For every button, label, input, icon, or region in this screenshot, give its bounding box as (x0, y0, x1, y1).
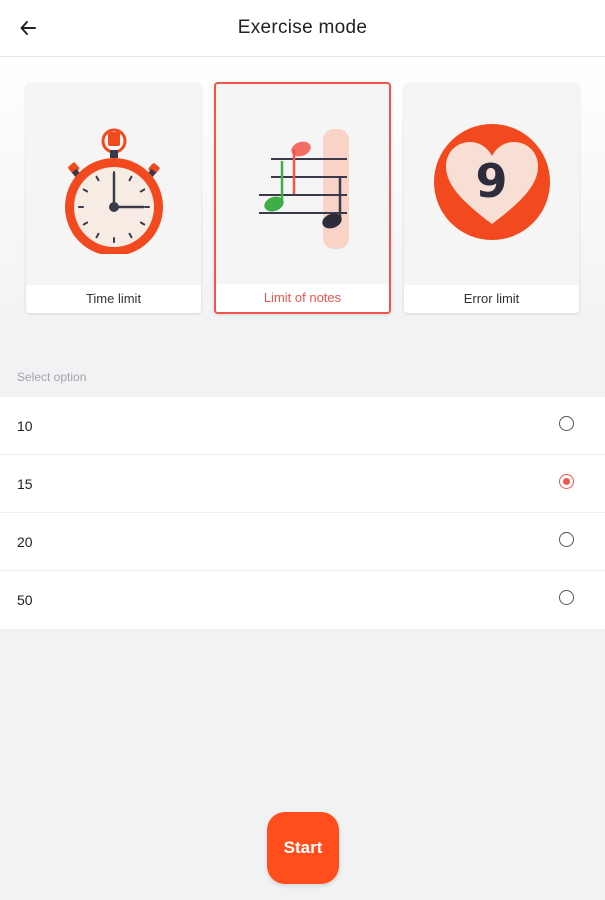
page-title: Exercise mode (237, 17, 368, 38)
option-row-15[interactable]: 15 (0, 455, 605, 513)
error-count-badge: 9 (475, 154, 508, 208)
option-list: 10 15 20 50 (0, 397, 605, 629)
radio-button[interactable] (559, 590, 574, 605)
radio-button[interactable] (559, 416, 574, 431)
mode-card-time-limit[interactable]: Time limit (26, 83, 201, 313)
mode-label: Limit of notes (216, 284, 389, 312)
radio-button-checked[interactable] (559, 474, 574, 489)
stopwatch-icon (64, 128, 163, 254)
option-row-10[interactable]: 10 (0, 397, 605, 455)
radio-button[interactable] (559, 532, 574, 547)
option-value: 50 (17, 592, 33, 608)
mode-label: Error limit (404, 285, 579, 313)
mode-card-limit-of-notes[interactable]: Limit of notes (214, 82, 391, 314)
mode-card-error-limit[interactable]: 9 Error limit (404, 83, 579, 313)
option-value: 15 (17, 476, 33, 492)
mode-label: Time limit (26, 285, 201, 313)
section-label: Select option (17, 370, 87, 384)
option-row-20[interactable]: 20 (0, 513, 605, 571)
app-header: Exercise mode (0, 0, 605, 57)
music-notes-icon (258, 129, 349, 249)
start-button[interactable]: Start (267, 812, 339, 884)
option-value: 20 (17, 534, 33, 550)
option-value: 10 (17, 418, 33, 434)
option-row-50[interactable]: 50 (0, 571, 605, 629)
